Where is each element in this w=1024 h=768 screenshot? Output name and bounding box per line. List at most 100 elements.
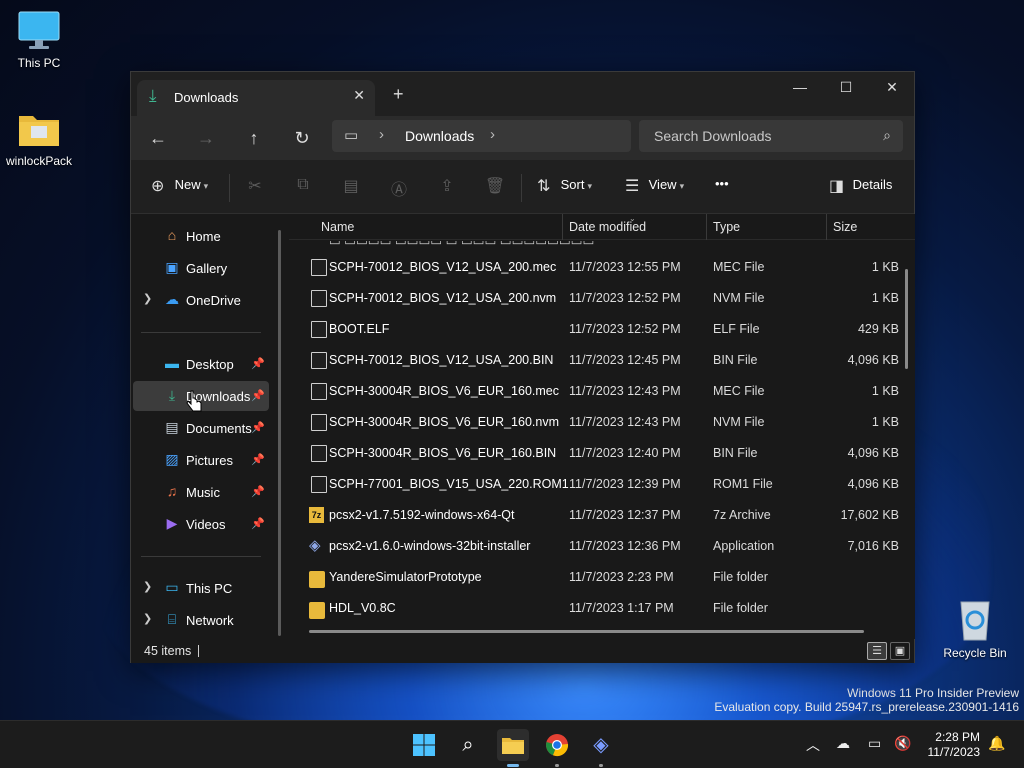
cut-icon[interactable]: ✂ (243, 176, 267, 196)
file-type: NVM File (713, 291, 765, 305)
copy-icon[interactable]: ⧉ (291, 176, 315, 194)
table-row[interactable]: SCPH-70012_BIOS_V12_USA_200.mec 11/7/2023… (305, 252, 901, 283)
back-arrow-icon[interactable]: ← (143, 124, 173, 152)
file-name: SCPH-30004R_BIOS_V6_EUR_160.mec (329, 384, 559, 398)
table-row[interactable]: SCPH-30004R_BIOS_V6_EUR_160.nvm 11/7/2023… (305, 407, 901, 438)
toolbar-divider (229, 174, 230, 202)
file-size: 1 KB (871, 415, 899, 429)
sidebar-item-music[interactable]: ♫ Music 📌 (133, 477, 269, 507)
column-header-type[interactable]: Type (713, 220, 740, 234)
chevron-right-icon[interactable]: ❯ (143, 580, 152, 593)
table-row[interactable]: SCPH-30004R_BIOS_V6_EUR_160.BIN 11/7/2023… (305, 438, 901, 469)
sidebar-item-documents[interactable]: ▤ Documents 📌 (133, 413, 269, 443)
network-icon[interactable]: ▭ (868, 735, 881, 752)
maximize-button[interactable]: ☐ (823, 74, 869, 102)
search-input[interactable] (639, 120, 903, 152)
file-date: 11/7/2023 12:40 PM (569, 446, 681, 460)
chevron-right-icon[interactable]: ❯ (143, 292, 152, 305)
chevron-right-icon[interactable]: › (490, 126, 495, 143)
pcsx2-taskbar-icon[interactable]: ◈ (585, 729, 617, 767)
horizontal-scrollbar[interactable] (309, 630, 864, 633)
speaker-muted-icon[interactable]: 🔇 (894, 735, 911, 752)
file-explorer-taskbar-icon[interactable] (497, 729, 529, 767)
pictures-icon: ▨ (165, 451, 179, 467)
forward-arrow-icon[interactable]: → (191, 124, 221, 152)
details-view-icon[interactable]: ☰ (867, 642, 887, 660)
column-divider[interactable] (826, 214, 827, 240)
sidebar-scrollbar[interactable] (278, 230, 281, 636)
home-icon: ⌂ (167, 227, 177, 243)
sidebar-item-label: Network (186, 613, 234, 628)
chevron-right-icon[interactable]: › (379, 126, 384, 143)
navigation-pane: ⌂ Home ▣ Gallery ❯ ☁ OneDrive ▬ Desktop … (131, 214, 288, 639)
chevron-right-icon[interactable]: ❯ (143, 612, 152, 625)
close-window-button[interactable]: ✕ (869, 74, 915, 102)
search-box[interactable]: ⌕ (639, 120, 903, 152)
title-bar[interactable]: ⤓ Downloads ✕ + ― ☐ ✕ (131, 72, 914, 116)
minimize-button[interactable]: ― (777, 74, 823, 102)
desktop-icon-winlockpack[interactable]: winlockPack (0, 108, 78, 168)
computer-icon: ▭ (165, 579, 179, 595)
paste-icon[interactable]: ▤ (339, 176, 363, 196)
desktop-icon-this-pc[interactable]: This PC (0, 10, 78, 70)
sidebar-item-videos[interactable]: ▶ Videos 📌 (133, 509, 269, 539)
sidebar-item-network[interactable]: ❯ ⌸ Network (133, 605, 269, 635)
column-divider[interactable] (706, 214, 707, 240)
new-tab-button[interactable]: + (393, 84, 404, 105)
refresh-icon[interactable]: ↻ (287, 124, 317, 152)
tiles-view-icon[interactable]: ▣ (890, 642, 910, 660)
table-row[interactable]: HDL_V0.8C 11/7/2023 1:17 PM File folder (305, 593, 901, 624)
sidebar-item-desktop[interactable]: ▬ Desktop 📌 (133, 349, 269, 379)
more-options-button[interactable]: ••• (715, 176, 729, 191)
column-divider[interactable] (562, 214, 563, 240)
table-row[interactable]: SCPH-70012_BIOS_V12_USA_200.BIN 11/7/2023… (305, 345, 901, 376)
file-type: BIN File (713, 446, 758, 460)
details-button[interactable]: ◨ Details (829, 176, 892, 196)
desktop-icon-label: Recycle Bin (943, 646, 1007, 660)
sidebar-item-onedrive[interactable]: ❯ ☁ OneDrive (133, 285, 269, 315)
desktop-icon-recycle-bin[interactable]: Recycle Bin (936, 596, 1014, 660)
start-button[interactable] (408, 729, 440, 761)
address-bar[interactable]: ▭ › Downloads › (332, 120, 631, 152)
table-row[interactable]: SCPH-30004R_BIOS_V6_EUR_160.mec 11/7/2023… (305, 376, 901, 407)
new-button[interactable]: ⊕ New ▾ (151, 176, 208, 196)
search-icon[interactable]: ⌕ (452, 729, 484, 761)
sort-button[interactable]: ⇅ Sort ▾ (537, 176, 592, 196)
up-arrow-icon[interactable]: ↑ (239, 124, 269, 152)
close-tab-icon[interactable]: ✕ (353, 87, 365, 104)
system-clock[interactable]: 2:28 PM 11/7/2023 (928, 730, 981, 760)
table-row[interactable]: SCPH-77001_BIOS_V15_USA_220.ROM1 11/7/202… (305, 469, 901, 500)
table-row[interactable]: SCPH-70012_BIOS_V12_USA_200.nvm 11/7/2023… (305, 283, 901, 314)
monitor-icon (18, 11, 60, 49)
file-date: 11/7/2023 12:52 PM (569, 291, 681, 305)
notification-bell-icon[interactable]: 🔔 (988, 735, 1005, 752)
column-header-size[interactable]: Size (833, 220, 857, 234)
download-icon: ⤓ (149, 86, 157, 105)
rename-icon[interactable]: Ⓐ (387, 176, 411, 200)
delete-icon[interactable]: 🗑 (483, 176, 507, 196)
breadcrumb-downloads[interactable]: Downloads (405, 128, 474, 144)
command-bar: ⊕ New ▾ ✂ ⧉ ▤ Ⓐ ⇪ 🗑 ⇅ Sort ▾ ☰ View ▾ ••• ◨… (131, 160, 914, 214)
table-row[interactable]: ◈ pcsx2-v1.6.0-windows-32bit-installer 11/… (305, 531, 901, 562)
sidebar-item-pictures[interactable]: ▨ Pictures 📌 (133, 445, 269, 475)
table-row[interactable]: YandereSimulatorPrototype 11/7/2023 2:23 … (305, 562, 901, 593)
sidebar-item-gallery[interactable]: ▣ Gallery (133, 253, 269, 283)
table-row[interactable]: 7z pcsx2-v1.7.5192-windows-x64-Qt 11/7/202… (305, 500, 901, 531)
column-header-row: ⌄ Name Date modified Type Size (289, 214, 915, 240)
download-icon: ⤓ (168, 387, 176, 403)
sidebar-item-this-pc[interactable]: ❯ ▭ This PC (133, 573, 269, 603)
table-row[interactable]: BOOT.ELF 11/7/2023 12:52 PM ELF File 429 KB (305, 314, 901, 345)
file-type: File folder (713, 601, 768, 615)
sidebar-item-label: Documents (186, 421, 252, 436)
search-icon[interactable]: ⌕ (883, 127, 891, 144)
tab-downloads[interactable]: ⤓ Downloads ✕ (137, 80, 375, 116)
chrome-taskbar-icon[interactable] (541, 729, 573, 767)
column-header-date[interactable]: Date modified (569, 220, 646, 234)
sidebar-item-home[interactable]: ⌂ Home (133, 221, 269, 251)
chevron-up-icon[interactable]: ︿ (806, 735, 820, 755)
view-button[interactable]: ☰ View ▾ (625, 176, 684, 196)
share-icon[interactable]: ⇪ (435, 176, 459, 196)
cloud-offline-icon[interactable]: ☁ (836, 735, 850, 752)
vertical-scrollbar[interactable] (905, 269, 908, 369)
column-header-name[interactable]: Name (321, 220, 354, 234)
